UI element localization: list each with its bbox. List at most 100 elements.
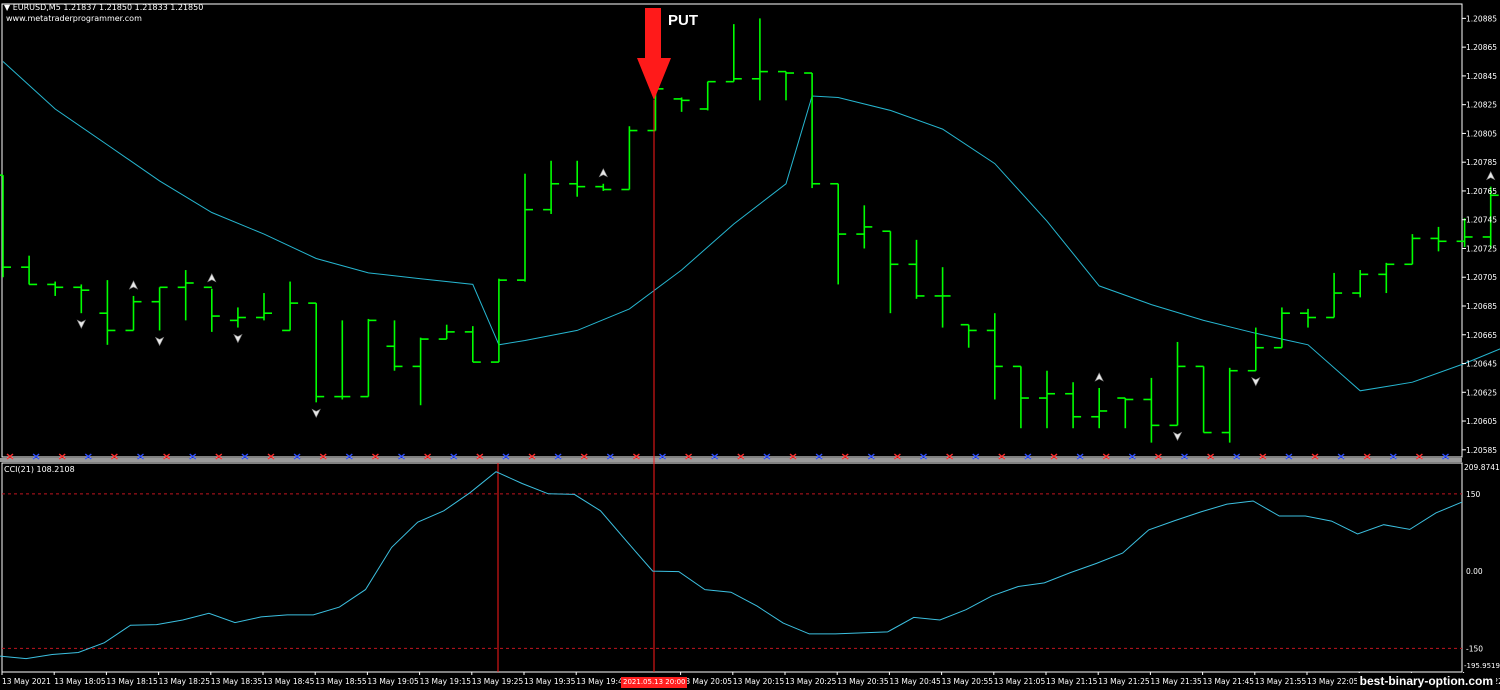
moving-average-line — [2, 61, 1500, 392]
put-signal-label: PUT — [668, 12, 698, 29]
chart-title: ▼ EURUSD,M5 1.21837 1.21850 1.21833 1.21… — [4, 3, 203, 12]
price-bar — [569, 160, 586, 197]
up-arrow-icon — [1094, 372, 1104, 382]
price-bar — [21, 255, 38, 286]
time-tick-label: 13 May 22:05 — [1307, 677, 1359, 686]
price-tick-label: 1.20885 — [1466, 14, 1497, 23]
panel-separator — [0, 458, 1462, 462]
price-bar — [99, 280, 116, 345]
up-arrow-icon — [598, 168, 608, 178]
price-bar — [543, 160, 560, 214]
time-tick-label: 13 May 19:15 — [420, 677, 472, 686]
price-tick-label: 1.20845 — [1466, 72, 1497, 81]
down-arrow-icon — [76, 319, 86, 329]
price-bar — [856, 205, 873, 249]
price-bar — [412, 337, 429, 406]
up-arrow-icon — [1486, 170, 1496, 181]
price-bar — [1300, 308, 1316, 328]
price-bar — [1378, 262, 1395, 294]
price-bar — [751, 18, 768, 101]
ohlc-readout: 1.21837 1.21850 1.21833 1.21850 — [63, 3, 204, 12]
chart-frame — [0, 3, 1463, 673]
price-bar — [464, 326, 481, 363]
price-bar — [778, 70, 794, 101]
price-bar — [490, 278, 507, 363]
moving-average-layer — [2, 61, 1500, 392]
time-tick-label: 13 May 18:55 — [315, 677, 367, 686]
price-bar — [1352, 270, 1369, 298]
trading-chart[interactable]: 1.20885 1.20865 1.20845 1.20825 1.20805 1.207… — [0, 0, 1500, 690]
price-bar — [1430, 226, 1447, 252]
price-bar — [308, 302, 325, 403]
price-bar — [1039, 370, 1055, 429]
price-tick-label: 1.20645 — [1466, 360, 1497, 369]
price-bar — [1143, 377, 1160, 443]
source-url: www.metatraderprogrammer.com — [6, 14, 142, 23]
time-tick-label: 13 May 21:55 — [1255, 677, 1307, 686]
cci-scale-top: 209.8741 — [1464, 463, 1500, 472]
price-bar — [517, 173, 533, 282]
price-bar — [334, 320, 351, 400]
price-tick-label: 1.20745 — [1466, 216, 1497, 225]
price-bar — [1404, 234, 1421, 266]
cci-tick-label: 0.00 — [1466, 567, 1483, 576]
price-bar — [699, 80, 716, 111]
time-tick-label: 13 May 18:45 — [263, 677, 315, 686]
time-tick-label: 13 May 19:25 — [472, 677, 524, 686]
price-tick-label: 1.20585 — [1466, 446, 1497, 455]
time-tick-label: 13 May 21:35 — [1150, 677, 1202, 686]
price-tick-label: 1.20765 — [1466, 187, 1497, 196]
symbol-timeframe: EURUSD,M5 — [12, 3, 61, 12]
price-bar — [438, 324, 455, 340]
price-bars-layer — [0, 18, 1499, 443]
signal-time-tag: 2021.05.13 20:00 — [621, 677, 688, 688]
time-axis-layer: 13 May 2021 13 May 18:05 13 May 18:15 13 Ma… — [1, 672, 1500, 686]
price-bar — [151, 286, 168, 331]
cci-line — [0, 471, 1463, 660]
cci-tick-label: 150 — [1466, 490, 1481, 499]
cci-tick-label: -150 — [1466, 644, 1483, 653]
price-bar — [73, 284, 90, 314]
time-tick-label: 13 May 18:05 — [54, 677, 106, 686]
down-arrow-icon — [233, 333, 243, 344]
price-bar — [934, 267, 951, 328]
time-tick-label: 13 May 21:25 — [1098, 677, 1150, 686]
cci-indicator-layer — [0, 471, 1463, 660]
price-tick-label: 1.20865 — [1466, 43, 1497, 52]
time-tick-label: 13 May 21:15 — [1046, 677, 1098, 686]
price-bar — [282, 281, 299, 332]
price-bar — [256, 293, 272, 321]
time-tick-label: 13 May 2021 — [2, 677, 51, 686]
cci-scale-bottom: -195.9519 — [1464, 662, 1500, 670]
time-tick-label: 13 May 18:25 — [159, 677, 211, 686]
chart-menu-triangle-icon[interactable]: ▼ — [4, 3, 10, 12]
price-tick-label: 1.20665 — [1466, 331, 1497, 340]
price-bar — [960, 323, 977, 348]
price-bar — [1091, 387, 1108, 429]
up-arrow-icon — [128, 280, 139, 290]
time-tick-label: 13 May 20:35 — [837, 677, 889, 686]
price-tick-label: 1.20725 — [1466, 244, 1497, 253]
price-bar — [804, 72, 821, 189]
price-bar — [1065, 382, 1082, 429]
price-tick-label: 1.20605 — [1466, 417, 1497, 426]
price-tick-label: 1.20825 — [1466, 101, 1497, 110]
price-bar — [830, 182, 847, 285]
up-arrow-icon — [207, 273, 217, 283]
price-bar — [125, 295, 142, 332]
down-arrow-icon — [154, 336, 165, 347]
price-bar — [882, 230, 899, 314]
down-arrow-icon — [311, 408, 321, 419]
time-tick-label: 13 May 18:35 — [211, 677, 263, 686]
time-tick-label: 13 May 20:45 — [889, 677, 941, 686]
watermark: best-binary-option.com — [1356, 673, 1496, 689]
time-tick-label: 13 May 18:15 — [106, 677, 158, 686]
price-bar — [908, 239, 925, 299]
price-bar — [595, 183, 612, 191]
price-bar — [229, 307, 246, 328]
put-signal-layer — [497, 8, 671, 672]
price-panel-border — [1, 3, 1463, 458]
price-bar — [725, 24, 742, 83]
time-tick-label: 13 May 20:25 — [785, 677, 837, 686]
price-bar — [203, 286, 220, 332]
